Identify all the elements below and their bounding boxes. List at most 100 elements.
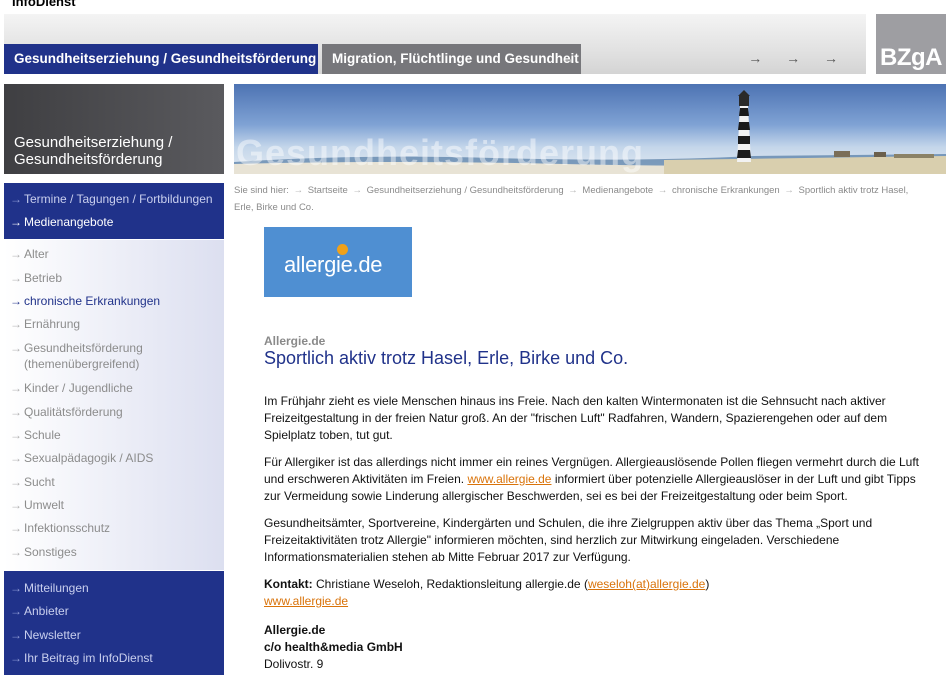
sidebar-item-kinder-jugendliche[interactable]: → Kinder / Jugendliche: [4, 380, 224, 396]
breadcrumb-link-gesundheitsfoerderung[interactable]: Gesundheitserziehung / Gesundheitsförder…: [367, 185, 564, 196]
sidebar-item-label: (themenübergreifend): [24, 357, 140, 371]
arrow-right-icon: →: [10, 428, 22, 442]
sidebar-item-label: Sexualpädagogik / AIDS: [24, 451, 154, 465]
sidebar-item-betrieb[interactable]: → Betrieb: [4, 270, 224, 286]
sidebar-item-label: Newsletter: [24, 628, 81, 642]
arrow-right-icon: →: [562, 51, 575, 66]
sidebar-nav-sub: → Alter → Betrieb → chronische Erkrankun…: [4, 240, 224, 570]
section-header: Gesundheitserziehung / Gesundheitsförder…: [4, 84, 224, 174]
sidebar-item-ihr-beitrag[interactable]: → Ihr Beitrag im InfoDienst: [4, 650, 224, 666]
arrow-right-icon: →: [10, 451, 22, 465]
sidebar-item-label: Termine / Tagungen / Fortbildungen: [24, 192, 213, 206]
address-line: Allergie.de: [264, 623, 326, 637]
sidebar-item-mitteilungen[interactable]: → Mitteilungen: [4, 580, 224, 596]
sidebar-item-gesundheitsfoerderung[interactable]: → Gesundheitsförderung (themenübergreife…: [4, 340, 224, 372]
article-kicker: Allergie.de: [264, 334, 326, 348]
sidebar-item-label: Medienangebote: [24, 215, 114, 229]
address-line: Dolivostr. 9: [264, 657, 324, 671]
nav-arrows-icon[interactable]: → → →: [748, 50, 848, 66]
contact-text: Christiane Weseloh, Redaktionsleitung al…: [312, 577, 588, 591]
sidebar-item-label: Schule: [24, 428, 61, 442]
sidebar-item-medienangebote[interactable]: → Medienangebote: [4, 214, 224, 230]
sidebar-item-label: Kinder / Jugendliche: [24, 381, 133, 395]
top-navigation-band: Gesundheitserziehung / Gesundheitsförder…: [4, 14, 866, 74]
sidebar-item-sucht[interactable]: → Sucht: [4, 474, 224, 490]
tab-gesundheitsfoerderung[interactable]: Gesundheitserziehung / Gesundheitsförder…: [4, 44, 318, 74]
article-paragraph: Für Allergiker ist das allerdings nicht …: [264, 454, 924, 505]
arrow-right-icon: →: [10, 317, 22, 331]
arrow-right-icon: →: [568, 185, 578, 196]
sidebar-item-label: Sucht: [24, 475, 55, 489]
breadcrumb-prefix: Sie sind hier:: [234, 185, 289, 196]
article-paragraph: Im Frühjahr zieht es viele Menschen hina…: [264, 394, 888, 442]
sidebar-item-label: Umwelt: [24, 498, 65, 512]
tab-label: Gesundheitserziehung / Gesundheitsförder…: [14, 51, 317, 66]
section-title: Gesundheitserziehung / Gesundheitsförder…: [14, 134, 172, 168]
sidebar-item-label: Mitteilungen: [24, 581, 89, 595]
logo-text: BZgA: [880, 44, 942, 71]
sidebar-nav-top: → Termine / Tagungen / Fortbildungen → M…: [4, 183, 224, 239]
arrow-right-icon: →: [10, 475, 22, 489]
allergie-link[interactable]: www.allergie.de: [467, 472, 551, 486]
sidebar-item-schule[interactable]: → Schule: [4, 427, 224, 443]
sidebar-item-umwelt[interactable]: → Umwelt: [4, 497, 224, 513]
arrow-right-icon: →: [10, 521, 22, 535]
arrow-right-icon: →: [10, 628, 22, 642]
arrow-right-icon: →: [10, 341, 22, 355]
sidebar-item-label: Ernährung: [24, 317, 81, 331]
sidebar-item-ernaehrung[interactable]: → Ernährung: [4, 316, 224, 332]
sidebar-item-anbieter[interactable]: → Anbieter: [4, 603, 224, 619]
tab-label: Migration, Flüchtlinge und Gesundheit: [332, 51, 579, 66]
arrow-right-icon: →: [293, 185, 304, 196]
contact-email-link[interactable]: weseloh(at)allergie.de: [588, 577, 705, 591]
address-line: c/o health&media GmbH: [264, 640, 403, 654]
sidebar-item-qualitaetsfoerderung[interactable]: → Qualitätsförderung: [4, 404, 224, 420]
arrow-right-icon: →: [10, 294, 22, 308]
sidebar-item-termine[interactable]: → Termine / Tagungen / Fortbildungen: [4, 191, 224, 207]
sidebar-item-newsletter[interactable]: → Newsletter: [4, 627, 224, 643]
sidebar-item-sonstiges[interactable]: → Sonstiges: [4, 544, 224, 560]
arrow-right-icon: →: [10, 604, 22, 618]
sidebar-item-label: Infektionsschutz: [24, 521, 111, 535]
arrow-right-icon: →: [784, 185, 794, 196]
sidebar-item-alter[interactable]: → Alter: [4, 246, 224, 262]
arrow-right-icon: →: [10, 651, 22, 665]
bzga-logo[interactable]: BZgA: [876, 14, 946, 74]
contact-text: ): [705, 577, 710, 591]
article-headline: Sportlich aktiv trotz Hasel, Erle, Birke…: [264, 348, 629, 368]
sidebar-item-infektionsschutz[interactable]: → Infektionsschutz: [4, 520, 224, 536]
sidebar-item-label: Alter: [24, 247, 49, 261]
sidebar-item-label: Gesundheitsförderung: [24, 341, 143, 355]
tab-migration[interactable]: Migration, Flüchtlinge und Gesundheit →: [322, 44, 581, 74]
sidebar-nav-bottom: → Mitteilungen → Anbieter → Newsletter →…: [4, 571, 224, 675]
banner-text: Gesundheitsförderung: [236, 132, 645, 173]
sidebar-item-chronische-erkrankungen[interactable]: → chronische Erkrankungen: [4, 293, 224, 309]
logo-text: allergie.de: [284, 252, 383, 277]
contact-block: Kontakt: Christiane Weseloh, Redaktionsl…: [264, 576, 924, 610]
arrow-right-icon: →: [10, 192, 22, 206]
breadcrumb-link-startseite[interactable]: Startseite: [308, 185, 348, 196]
arrow-right-icon: →: [352, 185, 362, 196]
address-block: Allergie.de c/o health&media GmbH Dolivo…: [264, 622, 403, 673]
banner-image: Gesundheitsförderung: [234, 84, 946, 174]
sidebar-item-label: Sonstiges: [24, 545, 77, 559]
arrow-right-icon: →: [657, 185, 668, 196]
arrow-right-icon: →: [10, 545, 22, 559]
sidebar-item-label: Qualitätsförderung: [24, 405, 123, 419]
breadcrumb: Sie sind hier: → Startseite → Gesundheit…: [234, 182, 924, 216]
breadcrumb-link-chronische-erkrankungen[interactable]: chronische Erkrankungen: [672, 185, 780, 196]
sidebar-item-label: Betrieb: [24, 271, 63, 285]
contact-label: Kontakt:: [264, 577, 313, 591]
section-title-line: Gesundheitserziehung /: [14, 134, 173, 151]
sidebar-item-sexualpaedagogik[interactable]: → Sexualpädagogik / AIDS: [4, 450, 224, 466]
contact-website-link[interactable]: www.allergie.de: [264, 594, 348, 608]
arrow-right-icon: →: [10, 498, 22, 512]
breadcrumb-link-medienangebote[interactable]: Medienangebote: [582, 185, 653, 196]
article-paragraph: Gesundheitsämter, Sportvereine, Kindergä…: [264, 516, 873, 564]
arrow-right-icon: →: [10, 247, 22, 261]
sidebar-item-label: Ihr Beitrag im InfoDienst: [24, 651, 153, 665]
section-title-line: Gesundheitsförderung: [14, 151, 163, 168]
arrow-right-icon: →: [10, 271, 22, 285]
site-title: InfoDienst: [12, 0, 76, 9]
arrow-right-icon: →: [10, 381, 22, 395]
